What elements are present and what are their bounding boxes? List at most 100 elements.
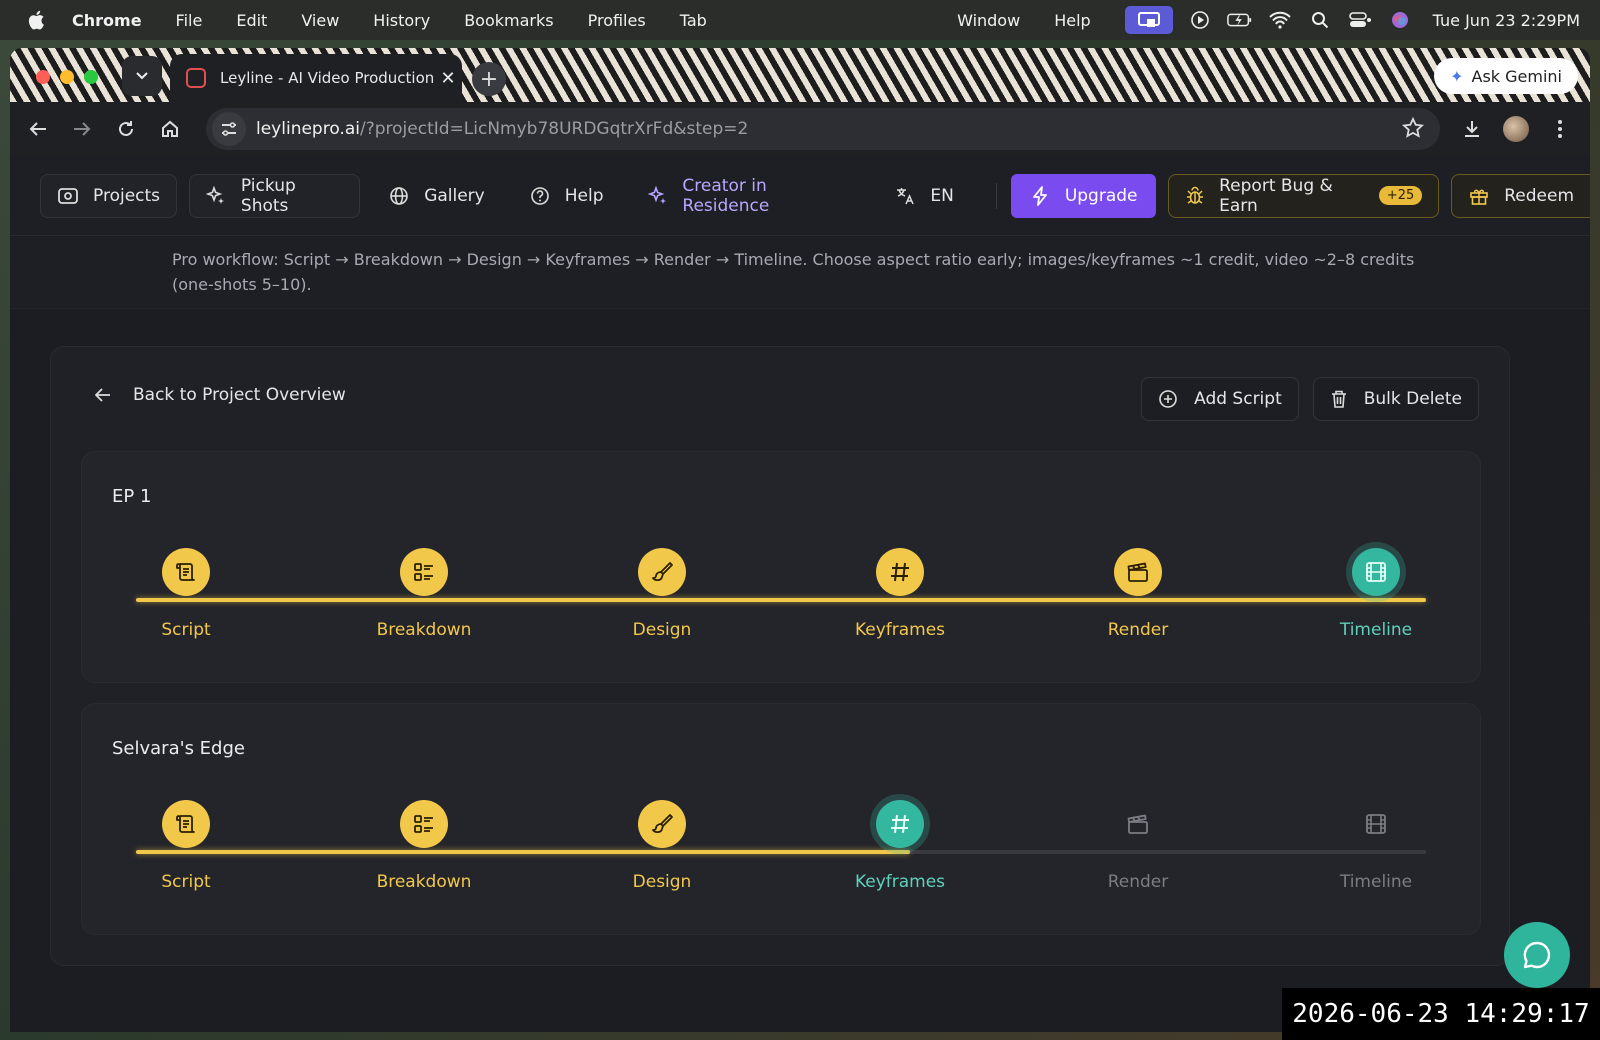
step-keyframes[interactable]: Keyframes — [830, 800, 970, 892]
url-path: /?projectId=LicNmyb78URDGqtrXrFd&step=2 — [359, 119, 749, 139]
back-arrow-icon[interactable] — [16, 111, 60, 147]
play-icon[interactable] — [1187, 10, 1213, 30]
step-breakdown[interactable]: Breakdown — [354, 800, 494, 892]
upgrade-button[interactable]: Upgrade — [1010, 173, 1156, 218]
chevron-down-icon — [136, 72, 148, 80]
menu-help[interactable]: Help — [1054, 11, 1090, 30]
back-to-overview-link[interactable]: Back to Project Overview — [95, 385, 346, 405]
lightning-icon — [1029, 185, 1051, 206]
nav-help[interactable]: Help — [513, 174, 620, 218]
ask-gemini-label: Ask Gemini — [1471, 66, 1563, 86]
step-breakdown[interactable]: Breakdown — [354, 548, 494, 640]
step-keyframes[interactable]: Keyframes — [830, 548, 970, 640]
progress-fill — [136, 598, 1426, 602]
reload-icon[interactable] — [104, 111, 148, 147]
tab-close-icon[interactable]: ✕ — [434, 68, 462, 89]
nav-pickup-shots-label: Pickup Shots — [240, 175, 296, 216]
menu-app-name[interactable]: Chrome — [72, 11, 142, 30]
tab-strip: Leyline - AI Video Production ✕ + ✦ Ask … — [10, 48, 1590, 102]
nav-projects[interactable]: Projects — [40, 173, 178, 218]
nav-language[interactable]: EN — [878, 174, 969, 218]
menu-history[interactable]: History — [373, 11, 430, 30]
menu-tab[interactable]: Tab — [680, 11, 707, 30]
forward-arrow-icon[interactable] — [60, 111, 104, 147]
globe-icon — [388, 186, 410, 206]
projects-icon — [57, 187, 79, 205]
leyline-favicon-icon — [186, 68, 206, 88]
step-label: Keyframes — [854, 620, 946, 640]
add-script-button[interactable]: Add Script — [1141, 377, 1299, 421]
plus-circle-icon — [1158, 389, 1178, 409]
nav-gallery[interactable]: Gallery — [372, 174, 501, 218]
step-timeline[interactable]: Timeline — [1306, 800, 1446, 892]
download-icon[interactable] — [1450, 111, 1494, 147]
bug-icon — [1185, 186, 1206, 206]
active-tab[interactable]: Leyline - AI Video Production ✕ — [170, 54, 462, 102]
control-center-icon[interactable] — [1347, 10, 1373, 30]
step-label: Design — [632, 872, 692, 892]
nav-divider — [995, 182, 997, 209]
redeem-label: Redeem — [1504, 185, 1575, 206]
script-title: EP 1 — [112, 486, 152, 507]
bookmark-star-icon[interactable] — [1402, 117, 1424, 139]
step-script[interactable]: Script — [116, 800, 256, 892]
report-bug-button[interactable]: Report Bug & Earn +25 — [1167, 173, 1440, 218]
report-bug-label: Report Bug & Earn — [1219, 175, 1333, 216]
minimize-window-button[interactable] — [60, 70, 74, 84]
ask-gemini-button[interactable]: ✦ Ask Gemini — [1434, 58, 1578, 94]
help-circle-icon — [529, 186, 551, 206]
nav-pickup-shots[interactable]: Pickup Shots — [189, 173, 361, 218]
menu-window[interactable]: Window — [957, 11, 1020, 30]
clapper-icon — [1114, 548, 1162, 596]
translate-icon — [894, 186, 916, 206]
step-script[interactable]: Script — [116, 548, 256, 640]
address-bar[interactable]: leylinepro.ai /?projectId=LicNmyb78URDGq… — [206, 108, 1440, 150]
nav-gallery-label: Gallery — [424, 185, 485, 206]
step-render[interactable]: Render — [1068, 800, 1208, 892]
bulk-delete-button[interactable]: Bulk Delete — [1312, 377, 1479, 421]
step-design[interactable]: Design — [592, 548, 732, 640]
step-label: Script — [161, 872, 211, 892]
spotlight-search-icon[interactable] — [1307, 10, 1333, 30]
site-settings-icon[interactable] — [212, 112, 246, 146]
menu-profiles[interactable]: Profiles — [588, 11, 646, 30]
script-card[interactable]: EP 1 Script Breakdown Design Keyframes Rende… — [81, 451, 1481, 683]
sparkles-icon — [647, 185, 669, 206]
kebab-menu-icon[interactable] — [1538, 111, 1582, 147]
step-render[interactable]: Render — [1068, 548, 1208, 640]
nav-creator-label: Creator in Residence — [682, 175, 770, 216]
step-timeline[interactable]: Timeline — [1306, 548, 1446, 640]
step-label: Render — [1107, 620, 1169, 640]
step-label: Timeline — [1339, 872, 1413, 892]
app-content: Projects Pickup Shots Gallery Help Creat… — [10, 156, 1590, 1032]
chat-button[interactable] — [1504, 922, 1570, 988]
script-icon — [162, 800, 210, 848]
brush-icon — [638, 800, 686, 848]
new-tab-button[interactable]: + — [472, 62, 506, 96]
siri-icon[interactable] — [1387, 10, 1413, 30]
step-label: Breakdown — [376, 872, 472, 892]
script-icon — [162, 548, 210, 596]
workflow-notice: Pro workflow: Script → Breakdown → Desig… — [10, 237, 1590, 309]
menu-edit[interactable]: Edit — [236, 11, 267, 30]
menubar-clock[interactable]: Tue Jun 23 2:29PM — [1433, 11, 1580, 30]
zoom-window-button[interactable] — [84, 70, 98, 84]
redeem-button[interactable]: Redeem — [1451, 173, 1590, 218]
menu-view[interactable]: View — [301, 11, 339, 30]
wifi-icon[interactable] — [1267, 10, 1293, 30]
screen-share-icon[interactable] — [1124, 6, 1173, 34]
url-host: leylinepro.ai — [256, 119, 360, 139]
profile-avatar[interactable] — [1494, 111, 1538, 147]
close-window-button[interactable] — [36, 70, 50, 84]
home-icon[interactable] — [148, 111, 192, 147]
nav-creator-in-residence[interactable]: Creator in Residence — [632, 174, 867, 218]
tab-search-button[interactable] — [122, 56, 162, 96]
menu-bookmarks[interactable]: Bookmarks — [464, 11, 553, 30]
apple-icon[interactable] — [26, 10, 46, 30]
trash-icon — [1330, 389, 1348, 409]
menu-file[interactable]: File — [176, 11, 203, 30]
step-design[interactable]: Design — [592, 800, 732, 892]
step-label: Timeline — [1339, 620, 1413, 640]
battery-icon[interactable] — [1226, 10, 1253, 30]
script-card[interactable]: Selvara's Edge Script Breakdown Design Keyf… — [81, 703, 1481, 935]
